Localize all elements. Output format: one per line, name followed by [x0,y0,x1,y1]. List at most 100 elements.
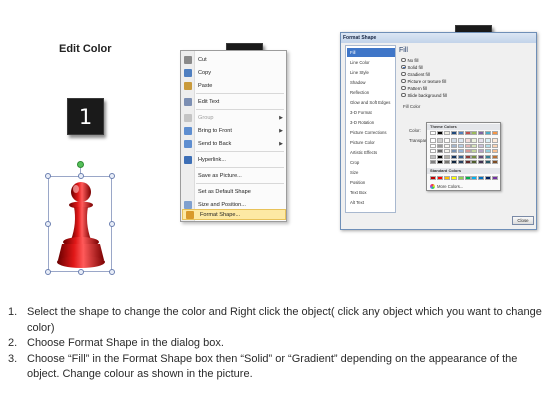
fill-option-pattern[interactable]: Pattern fill [401,85,427,91]
theme-color-swatch[interactable] [464,138,471,143]
theme-color-swatch[interactable] [436,131,443,136]
theme-color-swatch[interactable] [430,160,436,165]
theme-color-swatch[interactable] [485,154,492,159]
theme-color-swatch[interactable] [492,131,499,136]
resize-handle-bottom-left[interactable] [45,269,51,275]
more-colors-option[interactable]: More Colors... [430,184,463,189]
theme-color-swatch[interactable] [485,143,492,148]
standard-color-swatch[interactable] [492,176,499,181]
standard-color-swatch[interactable] [478,176,485,181]
theme-color-swatch[interactable] [436,138,443,143]
theme-color-swatch[interactable] [430,138,436,143]
standard-color-swatch[interactable] [430,176,436,181]
theme-color-swatch[interactable] [443,160,450,165]
nav-item-3d-rotation[interactable]: 3-D Rotation [347,118,395,127]
theme-color-swatch[interactable] [478,149,485,154]
nav-item-glow[interactable]: Glow and Soft Edges [347,98,395,107]
theme-color-swatch[interactable] [471,160,478,165]
resize-handle-left[interactable] [45,221,51,227]
theme-color-swatch[interactable] [471,154,478,159]
theme-color-swatch[interactable] [471,131,478,136]
radio-button[interactable] [401,85,406,91]
theme-color-swatch[interactable] [464,149,471,154]
theme-color-swatch[interactable] [450,138,457,143]
fill-option-solid[interactable]: Solid fill [401,64,423,70]
nav-item-picture-color[interactable]: Picture Color [347,138,395,147]
nav-item-line-style[interactable]: Line Style [347,68,395,77]
resize-handle-top-left[interactable] [45,173,51,179]
theme-color-swatch[interactable] [464,143,471,148]
theme-color-swatch[interactable] [443,149,450,154]
menu-item-bring-to-front[interactable]: Bring to Front ▶ [181,125,286,136]
menu-item-edit-text[interactable]: Edit Text [181,96,286,107]
nav-item-reflection[interactable]: Reflection [347,88,395,97]
menu-item-save-as-picture[interactable]: Save as Picture... [181,170,286,181]
menu-item-copy[interactable]: Copy [181,67,286,78]
nav-item-size[interactable]: Size [347,168,395,177]
theme-color-swatch[interactable] [464,160,471,165]
selected-pawn-shape[interactable] [44,158,119,276]
theme-color-swatch[interactable] [450,154,457,159]
nav-item-shadow[interactable]: Shadow [347,78,395,87]
theme-color-swatch[interactable] [430,149,436,154]
theme-color-swatch[interactable] [430,143,436,148]
fill-option-slide-background[interactable]: Slide background fill [401,92,447,98]
rotation-handle[interactable] [77,161,84,168]
theme-color-swatch[interactable] [457,154,464,159]
theme-color-swatch[interactable] [478,154,485,159]
theme-color-swatch[interactable] [492,138,499,143]
radio-button[interactable] [401,71,406,77]
standard-color-swatch[interactable] [457,176,464,181]
theme-color-swatch[interactable] [450,143,457,148]
theme-color-swatch[interactable] [485,149,492,154]
theme-color-swatch[interactable] [436,160,443,165]
nav-item-3d-format[interactable]: 3-D Format [347,108,395,117]
fill-option-picture[interactable]: Picture or texture fill [401,78,446,84]
theme-color-swatch[interactable] [457,149,464,154]
theme-color-swatch[interactable] [485,131,492,136]
theme-color-swatch[interactable] [443,154,450,159]
theme-color-swatch[interactable] [450,131,457,136]
fill-option-no-fill[interactable]: No fill [401,57,418,63]
standard-color-swatch[interactable] [464,176,471,181]
theme-color-swatch[interactable] [471,138,478,143]
menu-item-group[interactable]: Group ▶ [181,112,286,123]
theme-color-swatch[interactable] [478,160,485,165]
theme-color-swatch[interactable] [436,154,443,159]
nav-item-alt-text[interactable]: Alt Text [347,198,395,207]
theme-color-swatch[interactable] [430,154,436,159]
theme-color-swatch[interactable] [457,143,464,148]
radio-button[interactable] [401,57,406,63]
standard-color-swatch[interactable] [471,176,478,181]
standard-color-swatch[interactable] [450,176,457,181]
theme-color-swatch[interactable] [450,160,457,165]
nav-item-fill[interactable]: Fill [347,48,395,58]
radio-button[interactable] [401,78,406,84]
theme-color-swatch[interactable] [478,143,485,148]
nav-item-crop[interactable]: Crop [347,158,395,167]
menu-item-format-shape[interactable]: Format Shape... [182,209,286,220]
theme-color-swatch[interactable] [492,143,499,148]
theme-color-swatch[interactable] [443,143,450,148]
nav-item-text-box[interactable]: Text Box [347,188,395,197]
theme-color-swatch[interactable] [457,138,464,143]
theme-color-swatch[interactable] [430,131,436,136]
nav-item-position[interactable]: Position [347,178,395,187]
menu-item-set-default-shape[interactable]: Set as Default Shape [181,186,286,197]
menu-item-send-to-back[interactable]: Send to Back ▶ [181,138,286,149]
theme-color-swatch[interactable] [436,143,443,148]
nav-item-artistic-effects[interactable]: Artistic Effects [347,148,395,157]
theme-color-swatch[interactable] [471,143,478,148]
theme-color-swatch[interactable] [457,160,464,165]
theme-color-swatch[interactable] [492,160,499,165]
theme-color-swatch[interactable] [471,149,478,154]
theme-color-swatch[interactable] [478,131,485,136]
standard-color-swatch[interactable] [443,176,450,181]
theme-color-swatch[interactable] [464,154,471,159]
theme-color-swatch[interactable] [450,149,457,154]
nav-item-picture-corrections[interactable]: Picture Corrections [347,128,395,137]
theme-color-swatch[interactable] [492,149,499,154]
theme-color-swatch[interactable] [457,131,464,136]
menu-item-hyperlink[interactable]: Hyperlink... [181,154,286,165]
fill-option-gradient[interactable]: Gradient fill [401,71,430,77]
